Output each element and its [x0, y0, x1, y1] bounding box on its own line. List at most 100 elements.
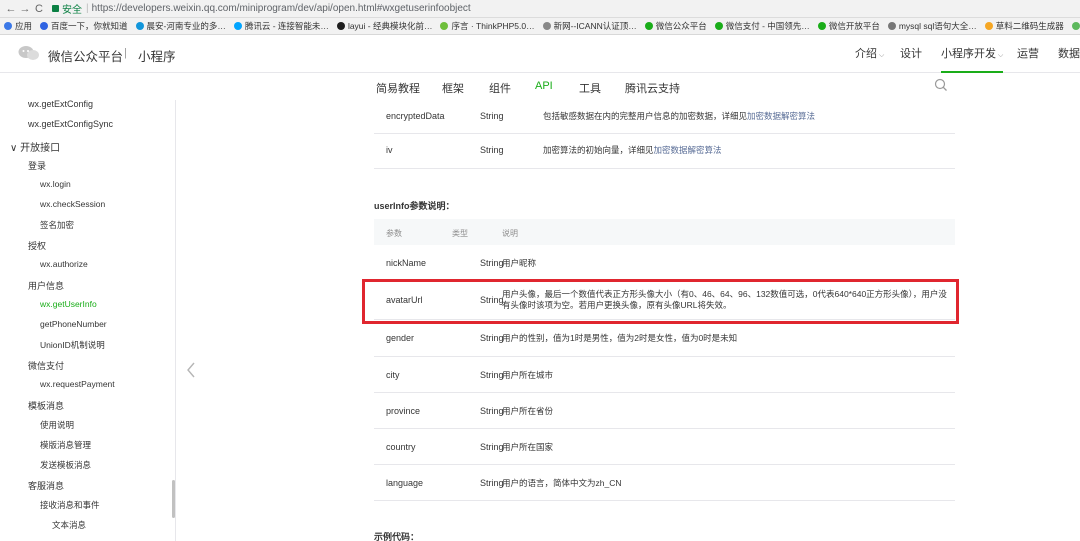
sidebar-item[interactable]: 模版消息管理 — [40, 439, 91, 451]
param-name: nickName — [386, 258, 427, 268]
secure-label: 安全 — [62, 5, 82, 16]
sidebar-item[interactable]: 接收消息和事件 — [40, 499, 100, 511]
url-field[interactable]: https://developers.weixin.qq.com/minipro… — [92, 3, 471, 14]
bookmark-icon — [817, 22, 826, 30]
topnav-item[interactable]: 设计 — [900, 35, 922, 73]
subnav-tab[interactable]: 简易教程 — [376, 80, 420, 96]
sidebar-item[interactable]: 客服消息 — [28, 479, 64, 492]
sidebar-item[interactable]: wx.getExtConfigSync — [28, 119, 113, 129]
bookmark-item[interactable]: 微信开放平台 — [817, 20, 880, 32]
lock-icon — [52, 5, 59, 12]
sidebar-item[interactable]: 微信支付 — [28, 359, 64, 372]
chevron-left-icon[interactable] — [184, 360, 198, 380]
search-icon[interactable] — [934, 78, 948, 92]
sidebar-scrollbar[interactable] — [172, 480, 175, 518]
wechat-logo-icon[interactable] — [18, 45, 40, 61]
param-name: city — [386, 370, 400, 380]
topnav-label: 小程序开发 — [941, 48, 996, 60]
bookmark-icon — [233, 22, 242, 30]
bookmark-label: 新网--ICANN认证顶… — [553, 21, 637, 31]
bookmark-label: mysql sql语句大全… — [898, 21, 977, 31]
sidebar-item[interactable]: 发送模板消息 — [40, 459, 91, 471]
sidebar-item[interactable]: UnionID机制说明 — [40, 339, 105, 351]
table-row: gender String 用户的性别，值为1时是男性，值为2时是女性，值为0时是未… — [374, 320, 955, 357]
table-row: city String 用户所在城市 — [374, 357, 955, 393]
param-name: province — [386, 406, 421, 416]
header-desc: 说明 — [502, 229, 518, 238]
sidebar-item[interactable]: 授权 — [28, 239, 46, 252]
subnav-tab[interactable]: 组件 — [489, 80, 511, 96]
bookmark-item[interactable]: 微信公众平台 — [644, 20, 707, 32]
bookmark-item[interactable]: 微信支付 - 中国领先… — [714, 20, 810, 32]
topnav-item[interactable]: 介绍 ⌵ — [855, 35, 884, 73]
sidebar-item[interactable]: getPhoneNumber — [40, 319, 107, 329]
bookmark-item[interactable]: 草料二维码生成器 — [984, 20, 1064, 32]
sidebar-item[interactable]: wx.getExtConfig — [28, 100, 93, 109]
browser-address-bar: ← → C 安全 | https://developers.weixin.qq.… — [0, 0, 1080, 18]
param-desc-text: 包括敏感数据在内的完整用户信息的加密数据，详细见 — [543, 111, 748, 121]
subnav-tab[interactable]: 工具 — [579, 80, 601, 96]
table-row: nickName String 用户昵称 — [374, 245, 955, 281]
bookmark-item[interactable]: Bootstrap 教程 | 菜… — [1071, 20, 1080, 32]
table-row: iv String 加密算法的初始向量，详细见加密数据解密算法 — [374, 134, 955, 169]
topnav-item[interactable]: 运营 — [1017, 35, 1039, 73]
bookmark-item[interactable]: 应用 — [4, 20, 32, 32]
subnav-tab[interactable]: 框架 — [442, 80, 464, 96]
subnav-tab[interactable]: 腾讯云支持 — [625, 80, 680, 96]
bookmarks-bar: 应用 百度一下，你就知道 晨安-河南专业的多… 腾讯云 - 连接智能未… layui -… — [0, 18, 1080, 35]
param-desc: 用户的性别，值为1时是男性，值为2时是女性，值为0时是未知 — [502, 333, 738, 343]
sidebar-item[interactable]: wx.checkSession — [40, 199, 105, 209]
sidebar-item[interactable]: wx.login — [40, 179, 71, 189]
sidebar-item[interactable]: 模板消息 — [28, 399, 64, 412]
param-name: encryptedData — [386, 111, 445, 121]
decrypt-algorithm-link[interactable]: 加密数据解密算法 — [747, 111, 815, 121]
api-subnav: 简易教程 框架 组件 API 工具 腾讯云支持 — [0, 73, 1080, 100]
sidebar-item[interactable]: 签名加密 — [40, 219, 74, 231]
brand-subtitle[interactable]: 小程序 — [138, 46, 176, 65]
sidebar-item[interactable]: 使用说明 — [40, 419, 74, 431]
param-desc: 用户所在国家 — [502, 442, 554, 452]
bookmark-item[interactable]: mysql sql语句大全… — [887, 20, 977, 32]
sidebar-item[interactable]: 用户信息 — [28, 279, 64, 292]
bookmark-item[interactable]: 序言 · ThinkPHP5.0… — [440, 20, 535, 32]
sidebar-item[interactable]: ∨ 开放接口 — [10, 139, 60, 154]
table-row: encryptedData String 包括敏感数据在内的完整用户信息的加密数据，… — [374, 100, 955, 134]
param-name: country — [386, 442, 416, 452]
param-name: language — [386, 478, 424, 488]
forward-icon[interactable]: → — [18, 3, 32, 15]
bookmark-icon — [887, 22, 896, 30]
reload-icon[interactable]: C — [32, 3, 46, 15]
bookmark-item[interactable]: 新网--ICANN认证顶… — [542, 20, 637, 32]
back-icon[interactable]: ← — [4, 3, 18, 15]
bookmark-item[interactable]: 百度一下，你就知道 — [40, 20, 128, 32]
topnav-item[interactable]: 数据 — [1058, 35, 1080, 73]
param-desc: 用户所在省份 — [502, 406, 554, 416]
bookmark-item[interactable]: 腾讯云 - 连接智能未… — [233, 20, 329, 32]
bookmark-label: layui - 经典模块化前… — [347, 21, 433, 31]
bookmark-icon — [644, 22, 653, 30]
header-name: 参数 — [386, 229, 402, 238]
bookmark-item[interactable]: 晨安-河南专业的多… — [135, 20, 226, 32]
sidebar-item[interactable]: 登录 — [28, 159, 46, 172]
highlight-box — [362, 279, 959, 324]
sidebar-item[interactable]: wx.requestPayment — [40, 379, 115, 389]
brand-title[interactable]: 微信公众平台 — [48, 46, 123, 65]
sidebar-item[interactable]: wx.getUserInfo — [40, 299, 97, 309]
bookmark-icon — [336, 22, 345, 30]
topnav-item[interactable]: 小程序开发 ⌵ — [941, 35, 1004, 73]
topnav-label: 介绍 — [855, 48, 877, 60]
bookmark-icon — [40, 22, 49, 30]
bookmark-icon — [1071, 22, 1080, 30]
sidebar-item[interactable]: 文本消息 — [52, 519, 86, 531]
sidebar-item[interactable]: wx.authorize — [40, 259, 88, 269]
decrypt-algorithm-link[interactable]: 加密数据解密算法 — [654, 145, 722, 155]
param-desc: 包括敏感数据在内的完整用户信息的加密数据，详细见加密数据解密算法 — [543, 111, 943, 122]
param-type: String — [480, 370, 504, 380]
chevron-down-icon: ⌵ — [879, 52, 885, 59]
bookmark-item[interactable]: layui - 经典模块化前… — [336, 20, 433, 32]
example-section-title: 示例代码： — [374, 532, 420, 541]
param-type: String — [480, 258, 504, 268]
bookmark-icon — [984, 22, 993, 30]
subnav-tab[interactable]: API — [535, 80, 553, 92]
param-type: String — [480, 406, 504, 416]
